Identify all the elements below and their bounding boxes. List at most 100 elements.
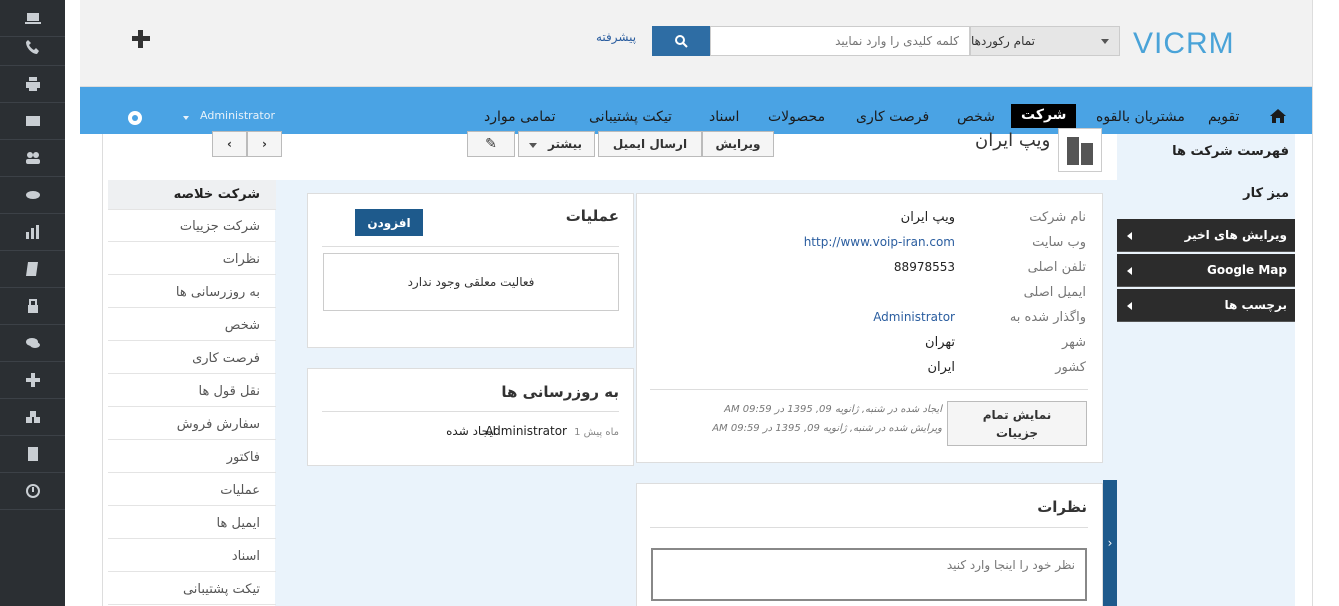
users-icon[interactable]: [0, 140, 65, 177]
field-value: ایران: [927, 360, 955, 375]
related-item-summary[interactable]: شرکت خلاصه: [108, 180, 276, 210]
related-item-documents[interactable]: اسناد: [108, 542, 276, 572]
field-value: تهران: [925, 335, 955, 350]
related-item-sales-orders[interactable]: سفارش فروش: [108, 410, 276, 440]
user-menu[interactable]: Administrator: [200, 109, 275, 122]
update-user: Administrator: [485, 424, 567, 438]
record-filter-value: تمام رکوردها: [971, 34, 1036, 48]
record-filter-select[interactable]: تمام رکوردها: [970, 26, 1120, 56]
record-title: ویپ ایران: [975, 130, 1051, 151]
eye-icon[interactable]: [0, 177, 65, 214]
edit-button[interactable]: ویرایش: [702, 131, 774, 157]
nav-item-all[interactable]: تمامی موارد: [484, 87, 556, 134]
related-item-tickets[interactable]: تیکت پشتیبانی: [108, 575, 276, 605]
recent-edits-section[interactable]: ویرایش های اخیر: [1117, 219, 1295, 252]
activities-title: عملیات: [565, 207, 619, 225]
send-email-button[interactable]: ارسال ایمیل: [598, 131, 702, 157]
field-value: ویپ ایران: [900, 210, 955, 225]
gear-icon[interactable]: [126, 109, 144, 127]
nav-item-documents[interactable]: اسناد: [709, 87, 739, 134]
company-list-link[interactable]: فهرست شرکت ها: [1117, 144, 1295, 159]
divider: [650, 527, 1088, 528]
phone-icon[interactable]: [0, 29, 65, 66]
nav-item-calendar[interactable]: تقویم: [1208, 87, 1239, 134]
chat-icon[interactable]: [0, 325, 65, 362]
bar-chart-icon[interactable]: [0, 214, 65, 251]
nav-item-leads[interactable]: مشتریان بالقوه: [1096, 87, 1185, 134]
google-map-section[interactable]: Google Map: [1117, 254, 1295, 287]
field-label: نام شرکت: [1029, 210, 1086, 225]
section-label: برچسب ها: [1224, 298, 1287, 312]
field-label: کشور: [1055, 360, 1086, 375]
chevron-down-icon: [183, 116, 189, 120]
calculator-icon[interactable]: [0, 436, 65, 473]
related-item-emails[interactable]: ایمیل ها: [108, 509, 276, 539]
related-item-comments[interactable]: نظرات: [108, 245, 276, 275]
chevron-down-icon: [1101, 39, 1109, 44]
mail-icon[interactable]: [0, 103, 65, 140]
print-icon[interactable]: [0, 66, 65, 103]
search-icon: [675, 35, 688, 48]
section-label: ویرایش های اخیر: [1184, 228, 1287, 242]
search-button[interactable]: [652, 26, 710, 56]
collapse-panel-handle[interactable]: ›: [1103, 480, 1117, 606]
app-logo: VICRM: [1133, 27, 1235, 60]
search-input[interactable]: [710, 26, 970, 56]
field-label: واگذار شده به: [1009, 310, 1086, 325]
add-activity-button[interactable]: افزودن: [355, 209, 423, 236]
history-icon[interactable]: [0, 473, 65, 510]
more-button[interactable]: بیشتر: [518, 131, 595, 157]
nav-item-opportunities[interactable]: فرصت کاری: [856, 87, 929, 134]
field-label: وب سایت: [1032, 235, 1086, 250]
nav-item-products[interactable]: محصولات: [768, 87, 825, 134]
related-item-activities[interactable]: عملیات: [108, 476, 276, 506]
section-label: Google Map: [1207, 263, 1287, 277]
show-all-details-button[interactable]: نمایش تمام جزییات: [947, 401, 1087, 446]
updates-title: به روزرسانی ها: [501, 383, 619, 401]
related-item-quotes[interactable]: نقل قول ها: [108, 377, 276, 407]
assigned-user-link[interactable]: Administrator: [873, 310, 955, 324]
field-value: 88978553: [893, 260, 955, 274]
tools-button[interactable]: ✎: [467, 131, 515, 157]
website-link[interactable]: http://www.voip-iran.com: [804, 235, 955, 249]
prev-record-button[interactable]: ‹: [212, 131, 247, 157]
more-button-label: بیشتر: [548, 137, 582, 151]
company-icon: [1058, 128, 1102, 172]
divider: [650, 389, 1088, 390]
chevron-down-icon: [529, 143, 537, 148]
book-icon[interactable]: [0, 251, 65, 288]
next-record-button[interactable]: ›: [247, 131, 282, 157]
advanced-search-link[interactable]: پیشرفته: [596, 30, 636, 44]
modified-timestamp: ویرایش شده در شنبه, ژانویه 09, 1395 در 0…: [712, 423, 942, 434]
home-icon[interactable]: [1270, 109, 1286, 123]
created-timestamp: ایجاد شده در شنبه, ژانویه 09, 1395 در 09…: [724, 404, 942, 415]
update-action: ایجاد شده: [446, 424, 496, 438]
lock-icon[interactable]: [0, 288, 65, 325]
caret-left-icon: [1127, 232, 1132, 240]
related-item-person[interactable]: شخص: [108, 311, 276, 341]
dashboard-link[interactable]: میز کار: [1117, 186, 1295, 201]
related-item-invoices[interactable]: فاکتور: [108, 443, 276, 473]
comments-title: نظرات: [1037, 498, 1087, 516]
divider: [322, 411, 619, 412]
field-label: شهر: [1061, 335, 1086, 350]
divider: [322, 246, 619, 247]
cubes-icon[interactable]: [0, 399, 65, 436]
nav-item-person[interactable]: شخص: [957, 87, 995, 134]
related-item-opportunities[interactable]: فرصت کاری: [108, 344, 276, 374]
scrollbar[interactable]: [1312, 0, 1339, 606]
nav-item-tickets[interactable]: تیکت پشتیبانی: [589, 87, 672, 134]
chevron-left-icon: ‹: [227, 137, 232, 151]
nav-item-company[interactable]: شرکت: [1011, 104, 1077, 128]
related-item-details[interactable]: شرکت جزییات: [108, 212, 276, 242]
quick-create-icon[interactable]: [130, 28, 152, 50]
chevron-right-icon: ›: [1107, 536, 1113, 550]
caret-left-icon: [1127, 302, 1132, 310]
plus-icon[interactable]: [0, 362, 65, 399]
field-label: تلفن اصلی: [1027, 260, 1086, 275]
tags-section[interactable]: برچسب ها: [1117, 289, 1295, 322]
left-sidebar: [0, 0, 65, 606]
caret-left-icon: [1127, 267, 1132, 275]
related-item-updates[interactable]: به روزرسانی ها: [108, 278, 276, 308]
comment-input[interactable]: [651, 548, 1087, 601]
